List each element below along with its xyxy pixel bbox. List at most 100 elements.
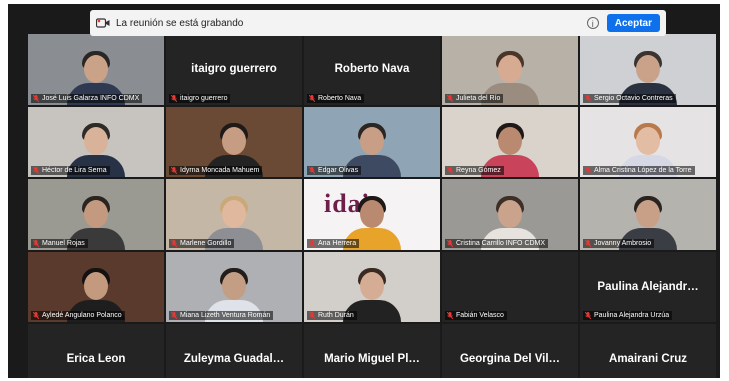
participant-name: Héctor de Lira Serna xyxy=(42,167,107,174)
accept-button[interactable]: Aceptar xyxy=(606,14,660,32)
participant-name: Roberto Nava xyxy=(318,94,362,102)
recording-notice-text: La reunión se está grabando xyxy=(116,17,244,29)
participant-tile[interactable]: idaip Ana Herrera xyxy=(304,179,440,250)
participant-tile[interactable]: Reyna Gómez xyxy=(442,106,578,177)
participant-tile[interactable]: Erica Leon xyxy=(28,324,164,378)
participant-tile[interactable]: Alma Cristina López de la Torre xyxy=(580,106,716,177)
mic-muted-icon xyxy=(446,239,454,247)
mic-muted-icon xyxy=(308,239,316,247)
participant-name-label: Paulina Alejandra Urzúa xyxy=(583,311,673,320)
mic-muted-icon xyxy=(32,166,40,175)
person-head xyxy=(222,272,246,300)
participant-name: Ana Herrera xyxy=(318,239,357,247)
participant-name-label: Ana Herrera xyxy=(307,238,360,248)
participant-name: Cristina Carrillo INFO CDMX xyxy=(456,239,546,247)
participant-tile[interactable]: Sergio Octavio Contreras xyxy=(580,34,716,105)
person-head xyxy=(360,272,384,300)
participant-name-label: Roberto Nava xyxy=(307,93,365,103)
person-head xyxy=(636,54,660,83)
participant-tile[interactable]: Paulina Alejandr… Paulina Alejandra Urzúa xyxy=(580,251,716,322)
recording-icon xyxy=(96,18,110,28)
info-icon[interactable]: i xyxy=(586,17,599,29)
participant-name-label: Héctor de Lira Serna xyxy=(31,166,110,175)
participant-tile[interactable]: Amairani Cruz xyxy=(580,324,716,378)
participant-name-label: Miana Lizeth Ventura Román xyxy=(169,311,274,320)
mic-muted-icon xyxy=(584,311,592,320)
participant-name: Idyrna Moncada Mahuem xyxy=(180,167,260,174)
mic-muted-icon xyxy=(32,239,40,247)
participant-name-label: Alma Cristina López de la Torre xyxy=(583,166,695,175)
person-head xyxy=(636,199,660,228)
participant-name: José Luis Galarza INFO CDMX xyxy=(42,94,140,102)
participant-name-label: itaigro guerrero xyxy=(169,93,231,103)
participant-tile[interactable]: Manuel Rojas xyxy=(28,179,164,250)
participant-name: Reyna Gómez xyxy=(456,167,501,174)
participant-name-label: Edgar Olivas xyxy=(307,166,362,175)
participant-name: Ruth Durán xyxy=(318,312,354,319)
participant-name: Julieta del Río xyxy=(456,94,501,102)
participant-name-label: Jovanny Ambrosio xyxy=(583,238,655,248)
person-head xyxy=(498,127,522,155)
mic-muted-icon xyxy=(308,166,316,175)
participant-display-name: Zuleyma Guadal… xyxy=(183,353,285,366)
participant-name-label: Ruth Durán xyxy=(307,311,357,320)
participant-name: Jovanny Ambrosio xyxy=(594,239,652,247)
participant-display-name: Roberto Nava xyxy=(334,63,410,76)
participant-tile[interactable]: Edgar Olivas xyxy=(304,106,440,177)
participant-name: Ayledé Angulano Polanco xyxy=(42,312,122,319)
mic-muted-icon xyxy=(170,239,178,247)
participant-name: itaigro guerrero xyxy=(180,94,228,102)
participant-display-name: Georgina Del Vil… xyxy=(459,353,561,366)
mic-muted-icon xyxy=(170,94,178,102)
mic-muted-icon xyxy=(170,311,178,320)
participant-name: Miana Lizeth Ventura Román xyxy=(180,312,271,319)
participant-name: Marlene Gordillo xyxy=(180,239,232,247)
participant-tile[interactable]: Julieta del Río xyxy=(442,34,578,105)
person-head xyxy=(360,127,384,155)
participant-name-label: Manuel Rojas xyxy=(31,238,88,248)
participant-tile[interactable]: Zuleyma Guadal… xyxy=(166,324,302,378)
meeting-window: La reunión se está grabando i Aceptar Jo… xyxy=(8,4,720,378)
participant-tile[interactable]: José Luis Galarza INFO CDMX xyxy=(28,34,164,105)
participant-display-name: Amairani Cruz xyxy=(609,353,687,366)
mic-muted-icon xyxy=(308,311,316,320)
participant-tile[interactable]: Ayledé Angulano Polanco xyxy=(28,251,164,322)
mic-muted-icon xyxy=(584,239,592,247)
mic-muted-icon xyxy=(446,94,454,102)
person-head xyxy=(222,127,246,155)
mic-muted-icon xyxy=(584,166,592,175)
participant-display-name: Paulina Alejandr… xyxy=(597,280,699,293)
participant-name: Paulina Alejandra Urzúa xyxy=(594,312,670,319)
person-head xyxy=(84,54,108,83)
participant-tile[interactable]: Mario Miguel Pl… xyxy=(304,324,440,378)
participant-tile[interactable]: Miana Lizeth Ventura Román xyxy=(166,251,302,322)
participant-name-label: Marlene Gordillo xyxy=(169,238,235,248)
participant-name-label: Julieta del Río xyxy=(445,93,504,103)
participant-tile[interactable]: Jovanny Ambrosio xyxy=(580,179,716,250)
recording-banner: La reunión se está grabando i Aceptar xyxy=(90,10,666,36)
mic-muted-icon xyxy=(446,311,454,320)
person-head xyxy=(636,127,660,155)
participant-tile[interactable]: Marlene Gordillo xyxy=(166,179,302,250)
participant-tile[interactable]: Georgina Del Vil… xyxy=(442,324,578,378)
participant-tile[interactable]: Cristina Carrillo INFO CDMX xyxy=(442,179,578,250)
mic-muted-icon xyxy=(32,311,40,320)
participant-name-label: Reyna Gómez xyxy=(445,166,504,175)
mic-muted-icon xyxy=(446,166,454,175)
participant-tile[interactable]: itaigro guerrero itaigro guerrero xyxy=(166,34,302,105)
participant-name: Fabián Velasco xyxy=(456,312,504,319)
person-head xyxy=(360,199,384,228)
participant-tile[interactable]: Roberto Nava Roberto Nava xyxy=(304,34,440,105)
person-head xyxy=(222,199,246,228)
participant-name-label: Fabián Velasco xyxy=(445,311,507,320)
participant-name: Edgar Olivas xyxy=(318,167,359,174)
participant-display-name: Mario Miguel Pl… xyxy=(324,353,420,366)
participant-name-label: Sergio Octavio Contreras xyxy=(583,93,676,103)
person-head xyxy=(84,199,108,228)
participant-tile[interactable]: Ruth Durán xyxy=(304,251,440,322)
person-head xyxy=(84,127,108,155)
participant-tile[interactable]: Héctor de Lira Serna xyxy=(28,106,164,177)
participant-tile[interactable]: Fabián Velasco xyxy=(442,251,578,322)
mic-muted-icon xyxy=(32,94,40,102)
participant-tile[interactable]: Idyrna Moncada Mahuem xyxy=(166,106,302,177)
